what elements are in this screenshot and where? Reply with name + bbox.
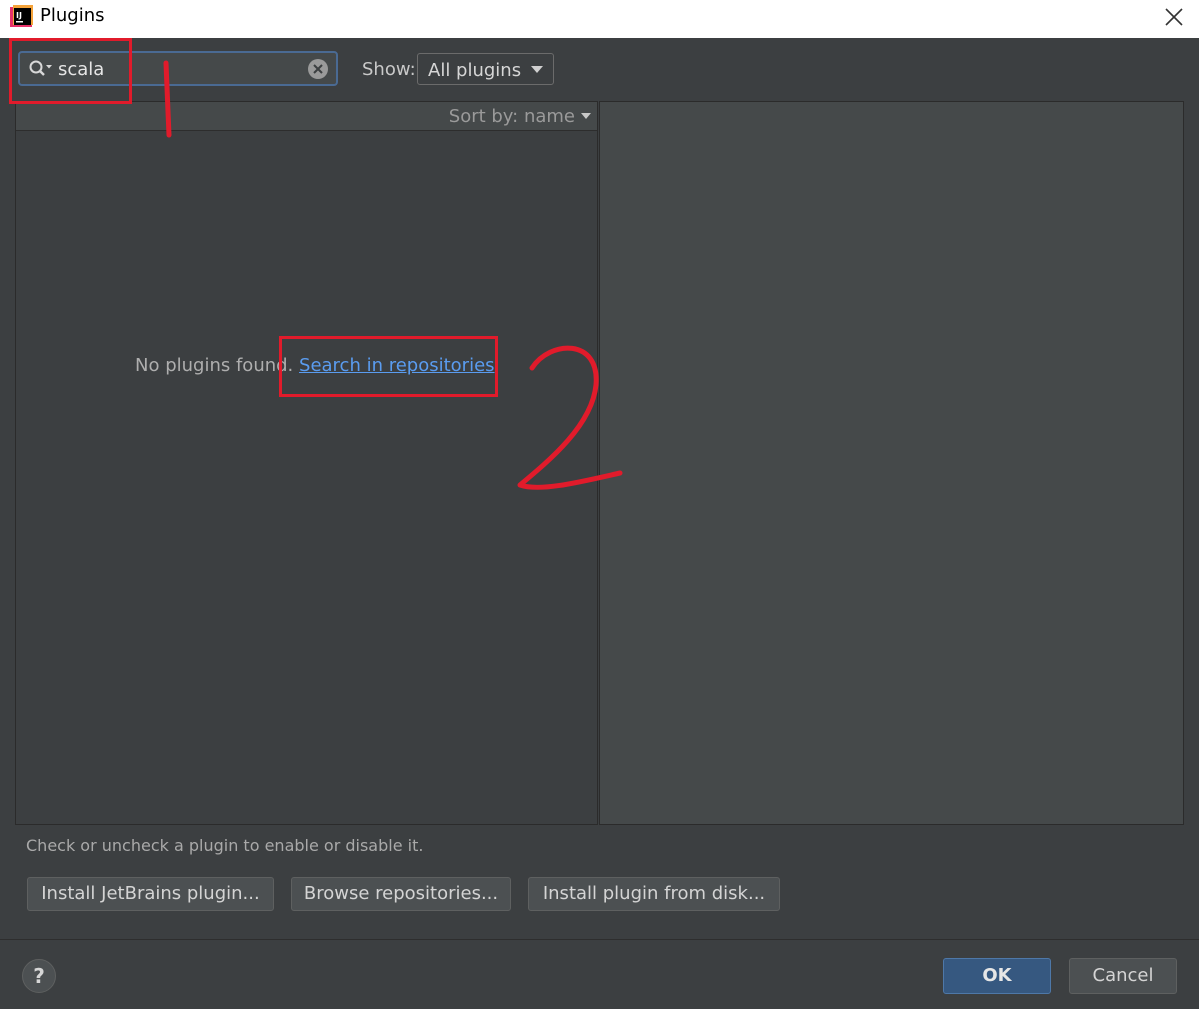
clear-search-icon[interactable] — [308, 59, 328, 79]
install-plugin-from-disk-button[interactable]: Install plugin from disk... — [528, 877, 780, 911]
install-jetbrains-plugin-button[interactable]: Install JetBrains plugin... — [27, 877, 274, 911]
annotation-box-search — [9, 38, 132, 104]
no-plugins-text: No plugins found. — [135, 355, 300, 376]
ok-button[interactable]: OK — [943, 958, 1051, 994]
sort-by-dropdown[interactable]: Sort by: name — [449, 106, 575, 127]
intellij-app-icon: IJ — [10, 5, 33, 27]
chevron-down-icon — [531, 66, 543, 73]
show-filter-dropdown[interactable]: All plugins — [417, 53, 554, 85]
plugin-list-panel: Sort by: name No plugins found. Search i… — [15, 101, 598, 825]
sort-header: Sort by: name — [16, 102, 597, 131]
show-filter-label: Show: — [362, 59, 416, 80]
plugin-detail-panel — [599, 101, 1184, 825]
annotation-box-link — [279, 336, 498, 397]
svg-text:IJ: IJ — [16, 11, 22, 20]
window-title: Plugins — [40, 5, 105, 26]
help-button[interactable]: ? — [22, 959, 56, 993]
cancel-button[interactable]: Cancel — [1069, 958, 1177, 994]
close-icon[interactable] — [1163, 6, 1185, 28]
divider — [0, 939, 1199, 940]
sort-chevron-down-icon[interactable] — [581, 113, 591, 119]
hint-text: Check or uncheck a plugin to enable or d… — [26, 836, 424, 855]
show-filter-value: All plugins — [428, 60, 522, 81]
browse-repositories-button[interactable]: Browse repositories... — [291, 877, 511, 911]
title-bar: IJ Plugins — [0, 0, 1199, 38]
